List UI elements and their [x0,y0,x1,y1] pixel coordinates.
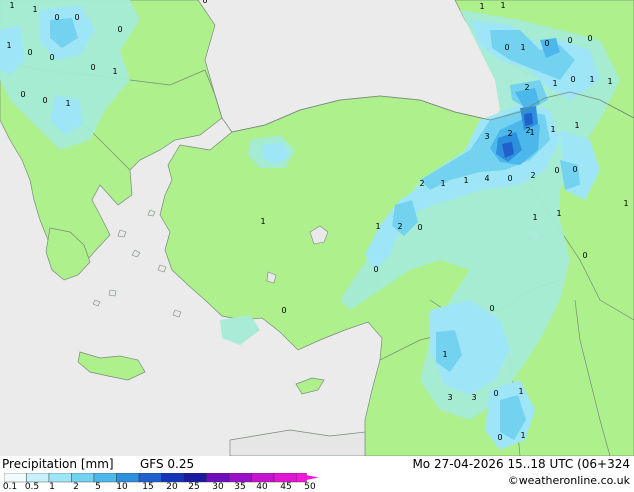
precip-value-label: 0 [49,53,54,62]
legend-tick: 40 [256,482,268,492]
legend-swatch [116,473,140,483]
precip-value-label: 1 [520,431,525,440]
datetime-label: Mo 27-04-2026 15..18 UTC (06+324 [412,457,630,471]
precip-value-label: 1 [375,222,380,231]
precip-value-label: 0 [504,43,509,52]
legend-tick: 10 [116,482,128,492]
precip-value-label: 0 [587,34,592,43]
precip-value-label: 0 [90,63,95,72]
precip-value-label: 2 [397,222,402,231]
legend-arrow [296,473,319,482]
precip-value-label: 0 [20,90,25,99]
legend-swatch [138,473,162,483]
legend-tick: 25 [188,482,200,492]
precip-value-label: 0 [281,306,286,315]
legend-swatch [206,473,230,483]
precip-value-label: 1 [32,5,37,14]
precip-value-label: 0 [54,13,59,22]
legend-swatch [71,473,95,483]
precip-value-label: 1 [442,350,447,359]
precip-value-label: 1 [65,99,70,108]
precip-value-label: 1 [529,128,534,137]
legend-swatch [273,473,297,483]
precip-value-label: 2 [419,179,424,188]
precip-value-label: 0 [572,165,577,174]
legend-swatch [4,473,27,483]
precip-value-label: 2 [507,129,512,138]
legend-tick: 5 [95,482,101,492]
precip-value-label: 0 [497,433,502,442]
precip-value-label: 2 [524,83,529,92]
precip-value-label: 0 [27,48,32,57]
legend-tick: 45 [280,482,292,492]
precip-value-label: 0 [570,75,575,84]
precip-value-label: 1 [550,125,555,134]
precip-value-label: 0 [417,223,422,232]
precip-value-label: 1 [440,179,445,188]
precipitation-map: 1 1 0 0 0 1 0 0 0 1 0 0 0 1 1 1 0 1 0 0 0 0 1 2 1 1 1 1 2 1 3 2 2 1 1 4 0 2 0 0… [0,0,634,456]
precip-value-label: 1 [607,77,612,86]
legend-tick: 15 [142,482,154,492]
precip-value-label: 0 [489,304,494,313]
precip-value-label: 0 [544,39,549,48]
precip-value-label: 1 [623,199,628,208]
legend-swatch [93,473,117,483]
model-label: GFS 0.25 [140,457,195,471]
precip-value-label: 0 [42,96,47,105]
precip-value-label: 1 [518,387,523,396]
legend-tick: 2 [73,482,79,492]
precip-value-label: 0 [373,265,378,274]
precip-value-label: 2 [530,171,535,180]
legend-swatch [48,473,72,483]
precip-value-label: 1 [6,41,11,50]
precip-value-label: 1 [9,1,14,10]
map-title: Precipitation [mm] [2,457,114,471]
legend-swatch [161,473,185,483]
precip-value-label: 1 [463,176,468,185]
legend-tick: 50 [304,482,316,492]
precip-value-label: 1 [556,209,561,218]
precip-value-label: 0 [582,251,587,260]
precip-value-label: 0 [507,174,512,183]
precip-value-label: 3 [484,132,489,141]
precip-value-label: 0 [117,25,122,34]
precip-value-label: 1 [574,121,579,130]
credit-label: ©weatheronline.co.uk [507,474,630,487]
precip-value-label: 1 [532,213,537,222]
footer: Precipitation [mm] GFS 0.25 Mo 27-04-202… [0,456,634,492]
precip-value-label: 1 [500,1,505,10]
precip-value-label: 1 [260,217,265,226]
legend-tick: 1 [49,482,55,492]
legend-swatch [183,473,207,483]
precip-value-label: 1 [589,75,594,84]
precip-value-label: 0 [567,36,572,45]
legend-tick: 30 [212,482,224,492]
precip-value-label: 1 [520,43,525,52]
legend-tick: 0.1 [2,482,18,492]
legend-swatch [251,473,275,483]
legend-swatch [26,473,50,483]
precip-value-label: 0 [493,389,498,398]
precip-value-label: 0 [202,0,207,5]
precip-value-label: 4 [484,174,489,183]
legend-tick: 35 [234,482,246,492]
legend-swatch [228,473,252,483]
legend-tick: 0.5 [24,482,40,492]
precip-value-label: 1 [552,79,557,88]
precip-value-label: 0 [74,13,79,22]
precip-value-label: 0 [554,166,559,175]
precip-value-label: 1 [479,2,484,11]
legend-tick: 20 [166,482,178,492]
precip-value-label: 3 [447,393,452,402]
precip-value-label: 1 [112,67,117,76]
precip-value-label: 3 [471,393,476,402]
